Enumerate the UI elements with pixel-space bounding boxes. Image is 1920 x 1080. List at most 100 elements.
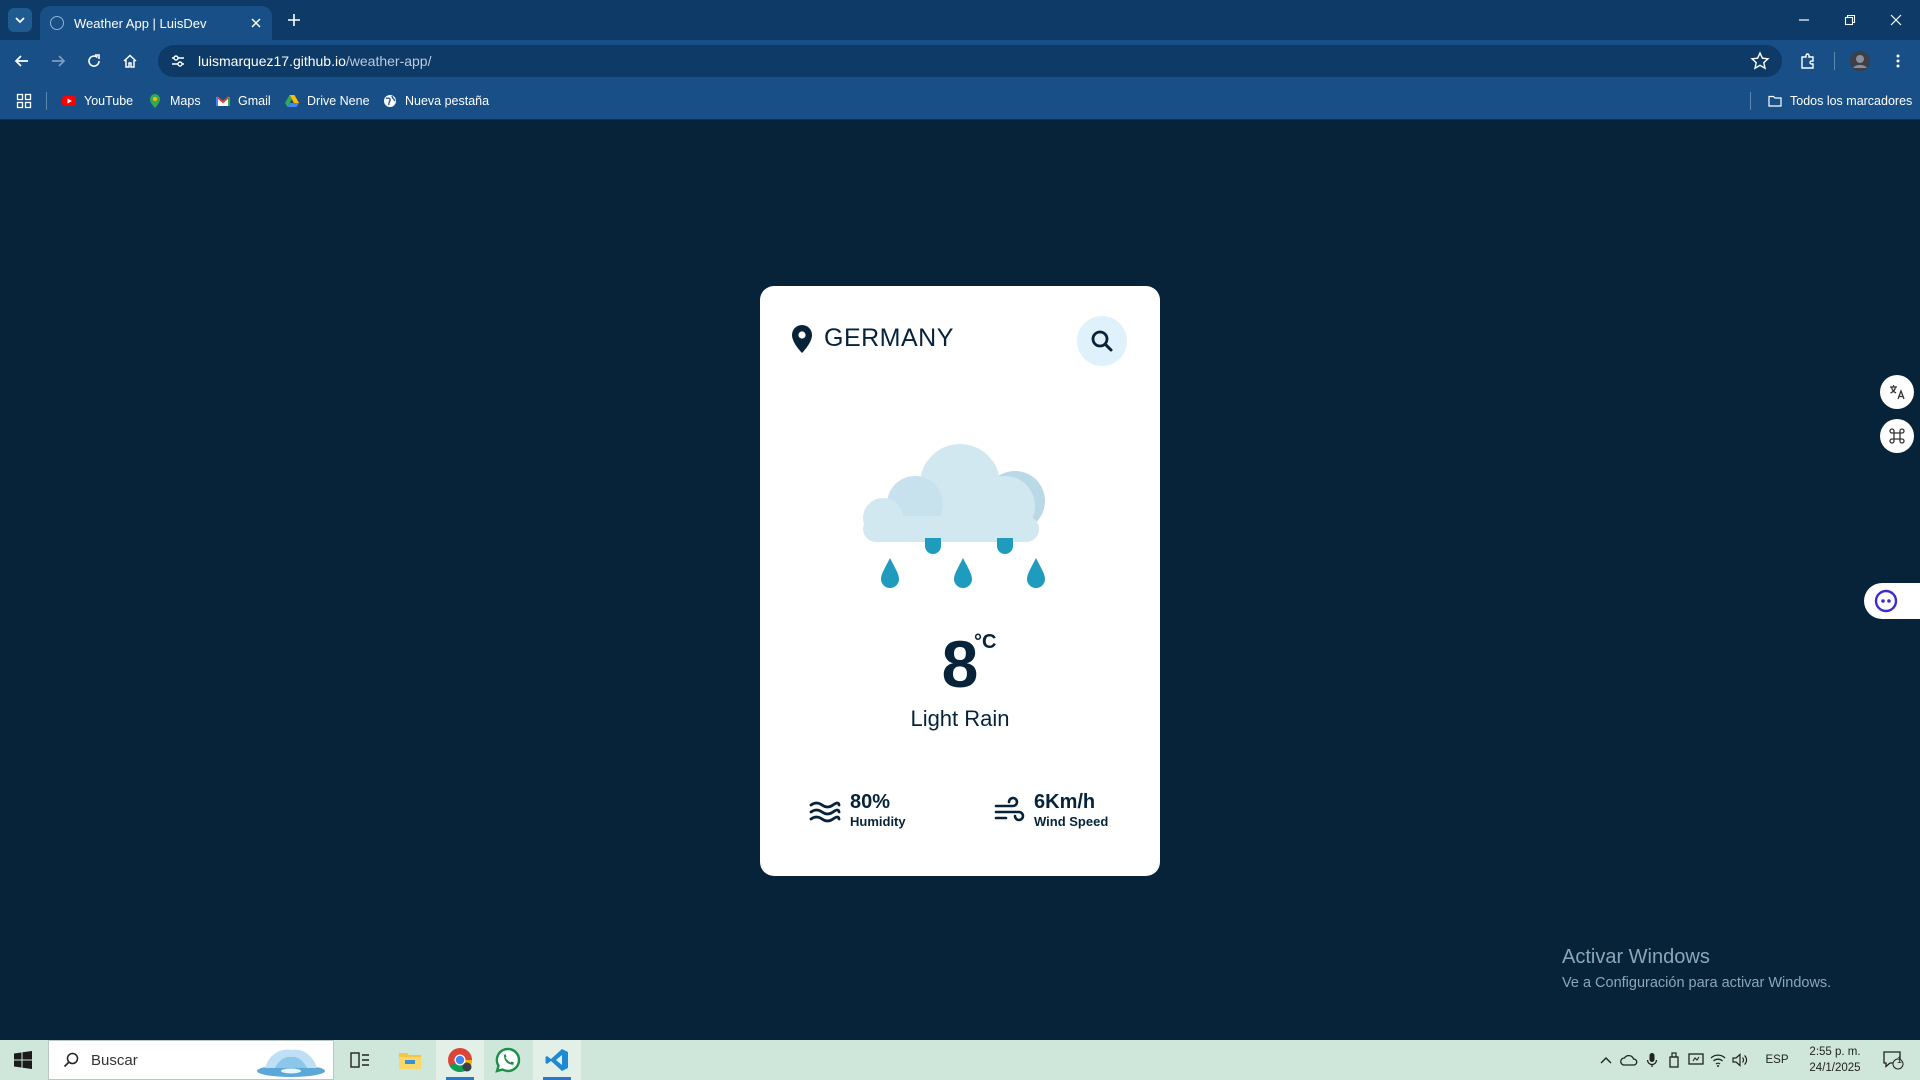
bookmark-youtube[interactable]: YouTube	[62, 91, 133, 111]
gmail-icon	[216, 94, 230, 108]
humidity-detail: 80% Humidity	[808, 788, 906, 834]
clock-time: 2:55 p. m.	[1809, 1046, 1861, 1058]
bookmark-label: Maps	[170, 94, 201, 108]
taskbar-search[interactable]: Buscar	[48, 1040, 334, 1080]
weather-card: GERMANY 8 °C Light Rain 80% Humidity 6Km…	[760, 286, 1160, 876]
volume-tray-button[interactable]	[1730, 1040, 1750, 1080]
command-key-icon	[1889, 428, 1905, 444]
bookmark-label: Gmail	[238, 94, 271, 108]
browser-menu-button[interactable]	[1884, 47, 1912, 75]
close-window-button[interactable]	[1874, 0, 1918, 40]
display-tray-button[interactable]	[1686, 1040, 1706, 1080]
minimize-icon	[1799, 19, 1809, 21]
task-view-button[interactable]	[336, 1040, 384, 1080]
usb-device-icon	[1669, 1052, 1679, 1068]
translate-side-button[interactable]	[1880, 375, 1914, 409]
microphone-tray-button[interactable]	[1642, 1040, 1662, 1080]
translate-icon	[1890, 385, 1905, 400]
globe-icon	[383, 94, 397, 108]
bookmark-nueva-pestana[interactable]: Nueva pestaña	[383, 91, 489, 111]
vscode-taskbar-button[interactable]	[533, 1040, 581, 1080]
tab-close-button[interactable]	[246, 13, 266, 33]
microphone-icon	[1646, 1053, 1658, 1067]
restore-button[interactable]	[1828, 0, 1872, 40]
apps-button[interactable]	[16, 91, 32, 111]
watermark-subtitle: Ve a Configuración para activar Windows.	[1562, 975, 1832, 991]
whatsapp-icon	[495, 1047, 521, 1073]
extensions-button[interactable]	[1794, 47, 1822, 75]
whatsapp-taskbar-button[interactable]	[484, 1040, 532, 1080]
url-path: /weather-app/	[345, 53, 432, 69]
all-bookmarks-label: Todos los marcadores	[1790, 94, 1913, 108]
wind-detail: 6Km/h Wind Speed	[992, 788, 1108, 834]
start-button[interactable]	[0, 1040, 46, 1080]
plus-icon	[288, 14, 300, 26]
reload-icon	[88, 54, 100, 67]
minimize-button[interactable]	[1782, 0, 1826, 40]
bookmark-gmail[interactable]: Gmail	[216, 91, 271, 111]
file-explorer-button[interactable]	[386, 1040, 434, 1080]
bookmarks-divider	[1750, 92, 1751, 110]
new-tab-button[interactable]	[282, 8, 306, 32]
address-bar[interactable]: luismarquez17.github.io/weather-app/	[158, 45, 1782, 77]
tune-icon	[172, 55, 184, 67]
notification-count: 1	[1897, 1055, 1903, 1065]
notification-center-button[interactable]: 1	[1876, 1040, 1910, 1080]
google-drive-icon	[285, 94, 299, 108]
globe-icon	[50, 16, 64, 30]
location-pin-icon	[792, 325, 812, 353]
chrome-icon	[448, 1048, 472, 1073]
taskbar-search-placeholder: Buscar	[91, 1051, 138, 1069]
taskbar-clock[interactable]: 2:55 p. m. 24/1/2025	[1800, 1044, 1870, 1076]
bookmarks-divider	[46, 92, 47, 110]
site-info-button[interactable]	[162, 45, 194, 77]
input-language-indicator[interactable]: ESP	[1758, 1040, 1796, 1080]
reload-button[interactable]	[80, 47, 108, 75]
browser-toolbar: luismarquez17.github.io/weather-app/	[0, 40, 1920, 82]
puzzle-icon	[1801, 53, 1814, 69]
show-hidden-icons-button[interactable]	[1596, 1040, 1616, 1080]
vscode-icon	[545, 1049, 568, 1071]
search-button[interactable]	[1077, 316, 1127, 366]
home-icon	[123, 54, 137, 68]
humidity-text: 80% Humidity	[850, 791, 906, 831]
close-icon	[251, 18, 261, 28]
humidity-label: Humidity	[850, 814, 906, 829]
bookmark-star-icon[interactable]	[1750, 51, 1770, 71]
profile-button[interactable]	[1846, 47, 1874, 75]
tab-search-button[interactable]	[8, 8, 32, 32]
page-viewport: GERMANY 8 °C Light Rain 80% Humidity 6Km…	[0, 120, 1920, 1040]
bookmark-drive-nene[interactable]: Drive Nene	[285, 91, 370, 111]
bookmark-maps[interactable]: Maps	[148, 91, 201, 111]
back-button[interactable]	[8, 47, 36, 75]
wind-text: 6Km/h Wind Speed	[1034, 791, 1108, 831]
all-bookmarks-button[interactable]: Todos los marcadores	[1768, 91, 1912, 111]
usb-tray-button[interactable]	[1664, 1040, 1684, 1080]
forward-button[interactable]	[44, 47, 72, 75]
apps-grid-icon	[16, 93, 32, 109]
close-icon	[1890, 14, 1902, 26]
search-icon	[63, 1052, 79, 1068]
network-tray-button[interactable]	[1708, 1040, 1728, 1080]
restore-icon	[1844, 14, 1856, 26]
task-view-icon	[350, 1052, 369, 1068]
search-highlight-art-icon	[257, 1049, 325, 1077]
weather-description: Light Rain	[910, 706, 1010, 731]
watermark-title: Activar Windows	[1562, 946, 1710, 968]
maps-pin-icon	[148, 94, 162, 108]
tab-title: Weather App | LuisDev	[74, 15, 207, 31]
assistant-bot-icon	[1874, 589, 1898, 613]
humidity-value: 80%	[850, 791, 891, 813]
wind-icon	[994, 796, 1025, 822]
assistant-side-tab[interactable]	[1864, 583, 1920, 619]
home-button[interactable]	[116, 47, 144, 75]
shortcuts-side-button[interactable]	[1880, 419, 1914, 453]
rain-cloud-icon	[863, 444, 1045, 588]
windows-activation-watermark: Activar Windows Ve a Configuración para …	[1562, 946, 1831, 991]
browser-tab[interactable]: Weather App | LuisDev	[40, 6, 272, 40]
country-name: GERMANY	[824, 324, 954, 352]
folder-icon	[1768, 94, 1782, 108]
onedrive-tray-button[interactable]	[1618, 1040, 1640, 1080]
bookmark-label: YouTube	[84, 94, 134, 108]
chrome-taskbar-button[interactable]	[436, 1040, 484, 1080]
